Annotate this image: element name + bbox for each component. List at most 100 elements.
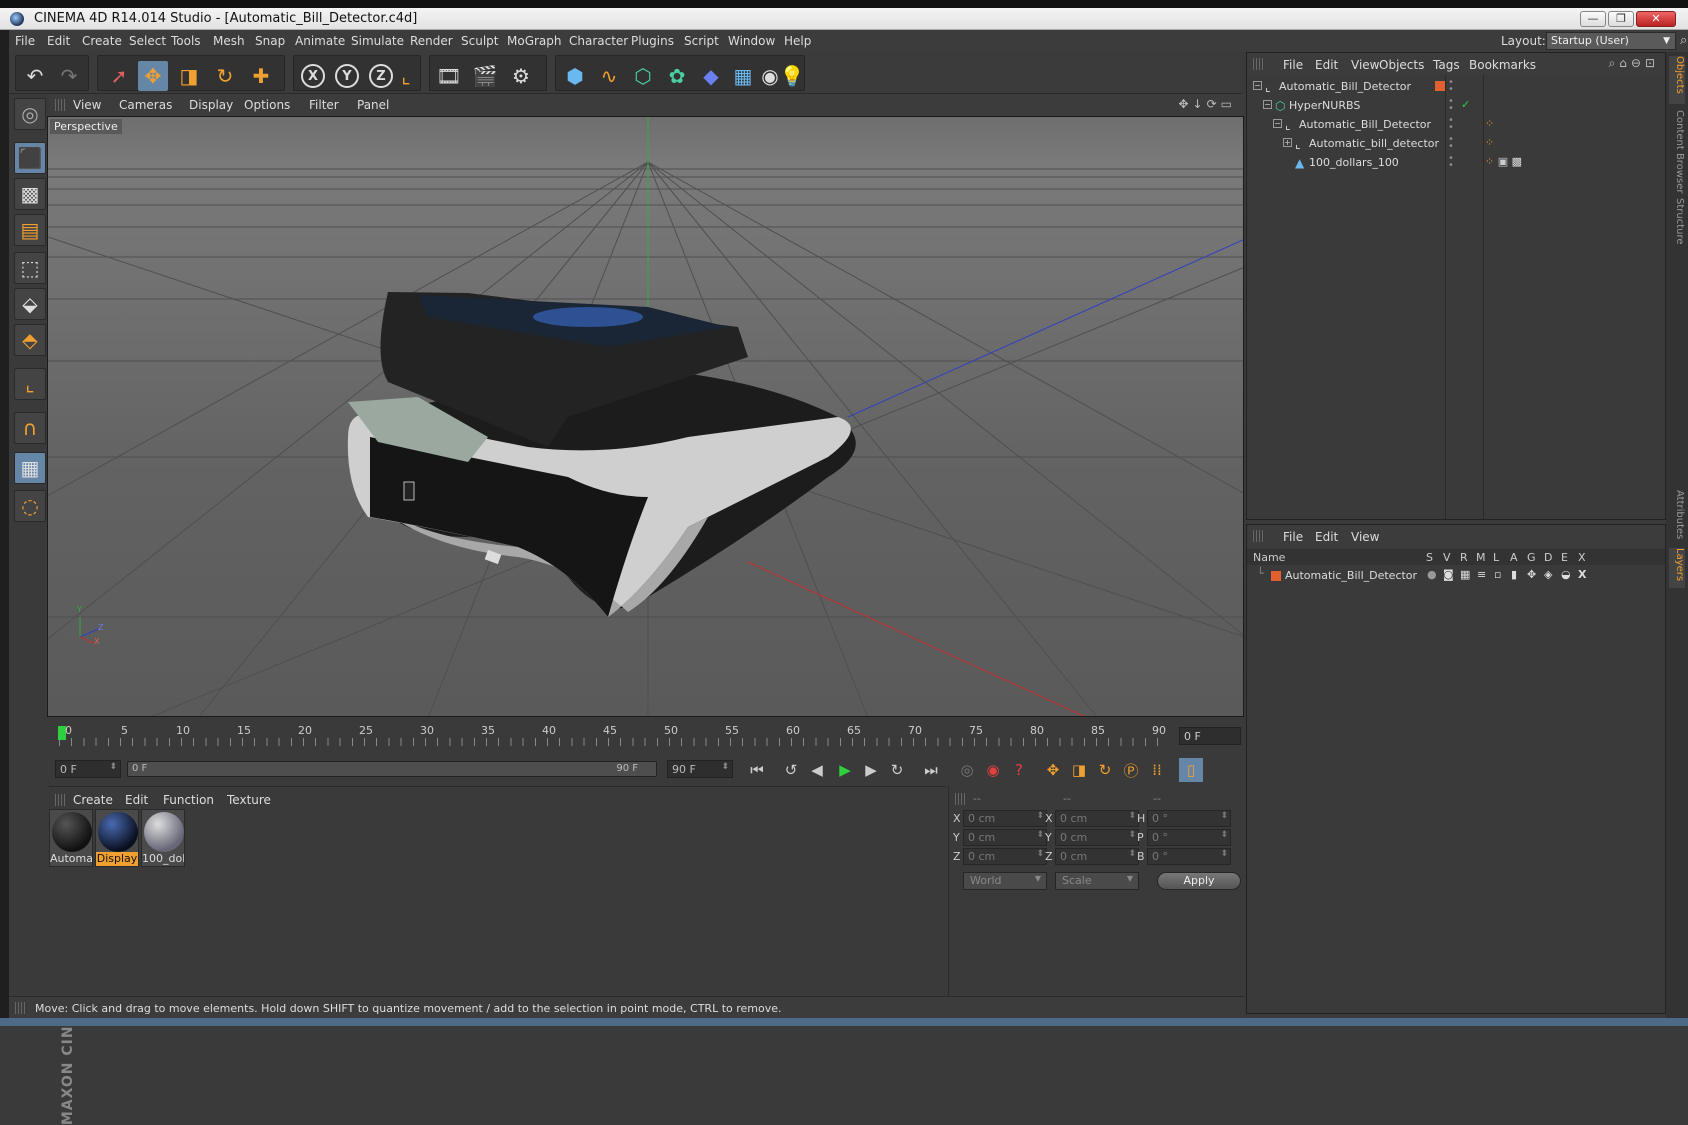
next-frame-icon[interactable]: ▶ xyxy=(859,758,883,782)
move-tool-icon[interactable]: ✥ xyxy=(138,61,168,91)
floor-icon[interactable]: ▦ xyxy=(728,61,758,91)
record-keys-icon[interactable]: ◉ xyxy=(981,758,1005,782)
texture-mode-icon[interactable]: ▩ xyxy=(14,178,46,210)
rotation-p-field[interactable]: 0 ° ⬍ xyxy=(1147,829,1231,846)
panel-grip[interactable] xyxy=(1253,530,1263,542)
light-icon[interactable]: 💡 xyxy=(780,61,805,91)
key-rotation-icon[interactable]: ↻ xyxy=(1093,758,1117,782)
menu-snap[interactable]: Snap xyxy=(255,34,285,48)
planar-workplane-icon[interactable]: ◌ xyxy=(14,490,46,522)
coordinate-system-icon[interactable]: ⌞ xyxy=(392,61,420,91)
mat-menu-create[interactable]: Create xyxy=(73,793,113,807)
menu-file[interactable]: File xyxy=(15,34,35,48)
render-settings-icon[interactable]: ⚙ xyxy=(506,61,536,91)
visibility-dots[interactable]: • • xyxy=(1448,116,1454,133)
expressions-icon[interactable]: ◒ xyxy=(1561,568,1571,581)
mat-menu-texture[interactable]: Texture xyxy=(227,793,271,807)
snap-magnet-icon[interactable]: ∩ xyxy=(14,412,46,444)
rotate-tool-icon[interactable]: ↻ xyxy=(210,61,240,91)
material-swatch[interactable]: Automa xyxy=(49,809,93,867)
solo-icon[interactable]: ● xyxy=(1427,568,1437,581)
obj-menu-tags[interactable]: Tags xyxy=(1433,58,1460,72)
obj-menu-file[interactable]: File xyxy=(1283,58,1303,72)
menu-script[interactable]: Script xyxy=(684,34,719,48)
close-button[interactable]: ✕ xyxy=(1636,11,1676,27)
tab-objects[interactable]: Objects xyxy=(1669,56,1685,104)
layer-menu-edit[interactable]: Edit xyxy=(1315,530,1338,544)
play-icon[interactable]: ▶ xyxy=(833,758,857,782)
frame-range-slider[interactable]: 0 F 90 F xyxy=(127,761,657,777)
material-swatch[interactable]: 100_dol xyxy=(141,809,185,867)
undo-icon[interactable]: ↶ xyxy=(20,61,50,91)
edges-mode-icon[interactable]: ⬙ xyxy=(14,288,46,320)
size-y-field[interactable]: 0 cm ⬍ xyxy=(1055,829,1139,846)
animation-icon[interactable]: ▮ xyxy=(1511,568,1517,581)
make-editable-icon[interactable]: ◎ xyxy=(14,98,46,130)
panel-grip[interactable] xyxy=(15,1002,25,1014)
menu-window[interactable]: Window xyxy=(728,34,775,48)
rotation-b-field[interactable]: 0 ° ⬍ xyxy=(1147,848,1231,865)
menu-sculpt[interactable]: Sculpt xyxy=(461,34,498,48)
apply-button[interactable]: Apply xyxy=(1157,872,1241,890)
object-row[interactable]: − ⌞ Automatic_Bill_Detector • • ⁘ xyxy=(1247,115,1665,134)
menu-tools[interactable]: Tools xyxy=(171,34,201,48)
object-row[interactable]: − ⬡ HyperNURBS • • ✓ xyxy=(1247,96,1665,115)
vp-menu-display[interactable]: Display xyxy=(189,98,233,112)
vp-menu-options[interactable]: Options xyxy=(244,98,290,112)
layer-menu-view[interactable]: View xyxy=(1351,530,1379,544)
key-parameter-icon[interactable]: Ⓟ xyxy=(1119,758,1143,782)
xref-icon[interactable]: X xyxy=(1578,568,1586,581)
polygons-mode-icon[interactable]: ⬘ xyxy=(14,324,46,356)
object-row[interactable]: ▲ 100_dollars_100 • • ⁘ ▣ ▩ xyxy=(1247,153,1665,172)
enabled-check-icon[interactable]: ✓ xyxy=(1461,98,1470,111)
perspective-viewport[interactable]: Perspective Y Z X xyxy=(47,116,1244,717)
collapse-icon[interactable]: + xyxy=(1283,138,1292,147)
panel-grip[interactable] xyxy=(55,794,65,806)
key-scale-icon[interactable]: ◨ xyxy=(1067,758,1091,782)
camera-icon[interactable]: ◉ xyxy=(760,61,780,91)
visibility-dots[interactable]: • • xyxy=(1448,78,1454,95)
panel-grip[interactable] xyxy=(55,99,65,111)
tab-layers[interactable]: Layers xyxy=(1669,548,1685,588)
current-frame-field[interactable]: 0 F xyxy=(1179,727,1241,745)
collapse-icon[interactable]: − xyxy=(1273,119,1282,128)
tab-attributes[interactable]: Attributes xyxy=(1669,490,1685,544)
position-x-field[interactable]: 0 cm ⬍ xyxy=(963,810,1047,827)
render-view-icon[interactable]: 🎞 xyxy=(434,61,464,91)
texture-tag-icon[interactable]: ⁘ xyxy=(1485,117,1494,130)
tab-structure[interactable]: Structure xyxy=(1669,198,1685,246)
previous-key-icon[interactable]: ↺ xyxy=(779,758,803,782)
layer-color-swatch[interactable] xyxy=(1271,571,1281,581)
viewport-nav-icons[interactable]: ✥↓⟳▭ xyxy=(1178,97,1236,111)
locked-workplane-icon[interactable]: ▦ xyxy=(14,452,46,484)
material-swatch[interactable]: Display xyxy=(95,809,139,867)
object-manager-icons[interactable]: ⌕⌂⊖⊡ xyxy=(1609,56,1659,71)
axis-mode-icon[interactable]: ⌞ xyxy=(14,368,46,400)
next-key-icon[interactable]: ↻ xyxy=(885,758,909,782)
size-mode-select[interactable]: Scale ▼ xyxy=(1055,872,1139,890)
motion-record-icon[interactable]: ◎ xyxy=(955,758,979,782)
spline-icon[interactable]: ∿ xyxy=(594,61,624,91)
manager-icon[interactable]: ≡ xyxy=(1477,568,1486,581)
cube-icon[interactable]: ⬢ xyxy=(560,61,590,91)
array-icon[interactable]: ✿ xyxy=(662,61,692,91)
visibility-dots[interactable]: • • xyxy=(1448,97,1454,114)
generators-icon[interactable]: ✥ xyxy=(1527,568,1536,581)
coordinate-mode-select[interactable]: World ▼ xyxy=(963,872,1047,890)
lock-icon[interactable]: ▫ xyxy=(1494,568,1501,581)
layer-row[interactable]: └ Automatic_Bill_Detector ● ◙ ▦ ≡ ▫ ▮ ✥ … xyxy=(1247,567,1665,585)
redo-icon[interactable]: ↷ xyxy=(54,61,84,91)
obj-menu-objects[interactable]: Objects xyxy=(1379,58,1424,72)
start-frame-field[interactable]: 0 F ⬍ xyxy=(55,760,121,778)
visible-eye-icon[interactable]: ◙ xyxy=(1443,568,1454,581)
visibility-dots[interactable]: • • xyxy=(1448,135,1454,152)
menu-character[interactable]: Character xyxy=(569,34,628,48)
obj-menu-edit[interactable]: Edit xyxy=(1315,58,1338,72)
minimize-button[interactable]: — xyxy=(1580,11,1606,27)
end-frame-field[interactable]: 90 F ⬍ xyxy=(667,760,733,778)
obj-menu-view[interactable]: View xyxy=(1351,58,1379,72)
tab-content-browser[interactable]: Content Browser xyxy=(1669,110,1685,193)
collapse-icon[interactable]: − xyxy=(1253,81,1262,90)
key-pla-icon[interactable]: ⁞⁞ xyxy=(1145,758,1169,782)
search-icon[interactable]: ⌕ xyxy=(1680,33,1687,48)
